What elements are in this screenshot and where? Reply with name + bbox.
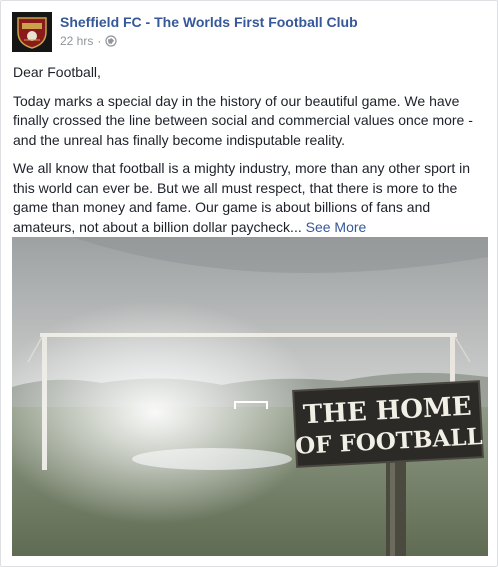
separator-dot: ·	[97, 34, 102, 48]
post-timestamp[interactable]: 22 hrs	[60, 33, 93, 49]
see-more-link[interactable]: See More	[306, 219, 367, 235]
greeting-text: Dear Football,	[13, 64, 101, 80]
facebook-post: Sheffield FC - The Worlds First Football…	[0, 0, 498, 567]
globe-icon[interactable]	[105, 35, 117, 47]
paragraph-2-text: We all know that football is a mighty in…	[13, 160, 471, 235]
page-avatar[interactable]	[12, 12, 52, 52]
post-header: Sheffield FC - The Worlds First Football…	[12, 12, 358, 52]
paragraph-1: Today marks a special day in the history…	[13, 92, 473, 148]
page-name-link[interactable]: Sheffield FC - The Worlds First Football…	[60, 13, 358, 31]
post-image[interactable]: THE HOME OF FOOTBALL	[12, 237, 488, 556]
post-text: Dear Football, Today marks a special day…	[13, 63, 489, 246]
paragraph-2: We all know that football is a mighty in…	[13, 159, 489, 237]
